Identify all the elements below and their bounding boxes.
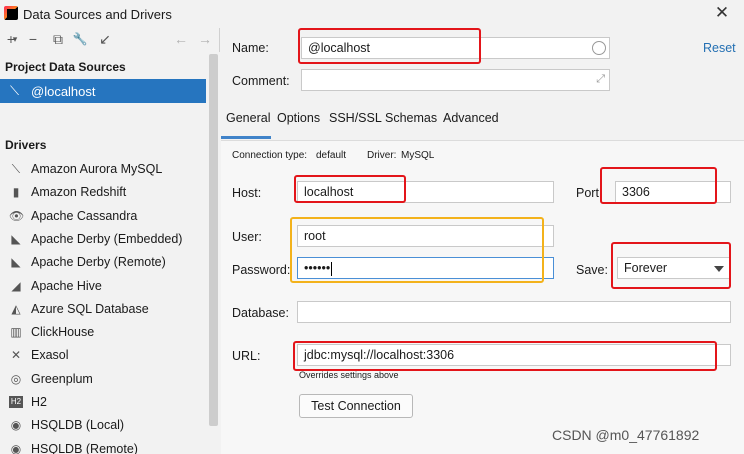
name-status-icon [592,41,606,55]
password-label: Password: [232,263,291,277]
comment-label: Comment: [232,74,290,88]
driver-icon: ◣ [11,231,21,246]
annotation-box-save [611,242,731,289]
duplicate-icon[interactable]: ⧉ [49,30,67,48]
connection-type-label: Connection type: [232,150,308,161]
driver-icon: ▮ [12,185,20,200]
wrench-icon[interactable]: 🔧 [71,30,89,48]
test-connection-button[interactable]: Test Connection [299,394,413,418]
drivers-heading: Drivers [5,138,47,152]
driver-item[interactable]: ◉ HSQLDB (Remote) [0,438,206,454]
annotation-box-port [600,167,717,204]
driver-item[interactable]: ▮ Amazon Redshift [0,181,206,204]
driver-label: Apache Derby (Remote) [31,255,166,270]
active-tab-indicator [221,136,271,139]
user-label: User: [232,230,262,244]
driver-icon: ▥ [10,325,22,340]
driver-label: HSQLDB (Remote) [31,441,138,454]
database-label: Database: [232,306,289,320]
tab-ssh-ssl[interactable]: SSH/SSL [329,111,382,125]
driver-item[interactable]: ◢ Apache Hive [0,275,206,298]
driver-label: Greenplum [31,371,93,386]
driver-label: H2 [31,395,47,409]
forward-arrow-icon[interactable]: → [196,30,214,48]
driver-icon: ◎ [10,371,22,386]
url-hint: Overrides settings above [299,370,399,380]
driver-label: Amazon Aurora MySQL [31,162,163,176]
driver-item[interactable]: ▥ ClickHouse [0,321,206,344]
mysql-dolphin-icon: ⟍ [10,83,20,98]
port-label: Port: [576,186,603,200]
driver-item[interactable]: ⟍ Amazon Aurora MySQL [0,158,206,181]
driver-icon: H2 [9,396,23,408]
driver-link[interactable]: MySQL [401,150,434,161]
tab-schemas[interactable]: Schemas [385,111,437,125]
driver-item[interactable]: ✕ Exasol [0,344,206,367]
driver-label: Apache Cassandra [31,208,138,223]
driver-label: HSQLDB (Local) [31,418,125,433]
annotation-box-host [294,175,406,203]
app-logo-icon [4,6,18,20]
driver-item[interactable]: H2 H2 [0,391,206,414]
driver-item[interactable]: ◣ Apache Derby (Embedded) [0,228,206,251]
driver-icon: ⟍ [11,162,21,176]
data-source-item-localhost[interactable]: ⟍ @localhost [0,79,206,103]
reset-link[interactable]: Reset [703,41,736,55]
driver-label: Driver: [367,150,397,161]
add-dropdown-icon[interactable]: ▾ [11,30,19,48]
annotation-box-name [298,28,481,64]
driver-item[interactable]: ◭ Azure SQL Database [0,298,206,321]
driver-icon: ◣ [11,255,21,270]
url-label: URL: [232,349,261,363]
driver-item[interactable]: 👁 Apache Cassandra [0,205,206,228]
tab-general[interactable]: General [226,111,270,125]
driver-item[interactable]: ◉ HSQLDB (Local) [0,414,206,437]
connection-type-link[interactable]: default [316,150,346,161]
host-label: Host: [232,186,262,200]
database-field[interactable] [297,301,731,323]
window-title: Data Sources and Drivers [23,7,172,22]
left-panel: + ▾ − ⧉ 🔧 ↙ ← → Project Data Sources ⟍ @… [0,28,220,454]
title-bar: Data Sources and Drivers ✕ [0,0,744,28]
comment-field[interactable]: ⤢ [301,69,610,91]
annotation-box-credentials [290,217,544,283]
watermark: CSDN @m0_47761892 [552,427,700,443]
name-label: Name: [232,41,269,55]
driver-icon: ◢ [11,278,21,293]
driver-label: Apache Hive [31,278,102,293]
driver-icon: ◭ [11,301,21,316]
remove-icon[interactable]: − [24,30,42,48]
driver-label: Exasol [31,348,69,363]
tab-bar: General Options SSH/SSL Schemas Advanced [221,107,744,131]
driver-item[interactable]: ◣ Apache Derby (Remote) [0,251,206,274]
driver-icon: ✕ [10,348,22,363]
tab-options[interactable]: Options [277,111,320,125]
close-icon[interactable]: ✕ [712,3,732,23]
left-toolbar: + ▾ − ⧉ 🔧 ↙ ← → [0,28,220,52]
driver-icon: 👁 [9,208,25,223]
driver-label: Amazon Redshift [31,185,127,200]
driver-icon: ◉ [10,441,22,454]
save-label: Save: [576,263,608,277]
driver-label: ClickHouse [31,325,95,340]
import-icon[interactable]: ↙ [96,30,114,48]
project-data-sources-heading: Project Data Sources [5,60,126,74]
tab-advanced[interactable]: Advanced [443,111,499,125]
scrollbar-thumb[interactable] [209,54,218,426]
driver-label: Azure SQL Database [31,301,149,316]
data-source-label: @localhost [31,84,96,99]
expand-icon[interactable]: ⤢ [596,73,605,86]
annotation-box-url [293,341,717,371]
driver-icon: ◉ [10,418,22,433]
driver-label: Apache Derby (Embedded) [31,231,183,246]
back-arrow-icon[interactable]: ← [172,30,190,48]
driver-item[interactable]: ◎ Greenplum [0,368,206,391]
